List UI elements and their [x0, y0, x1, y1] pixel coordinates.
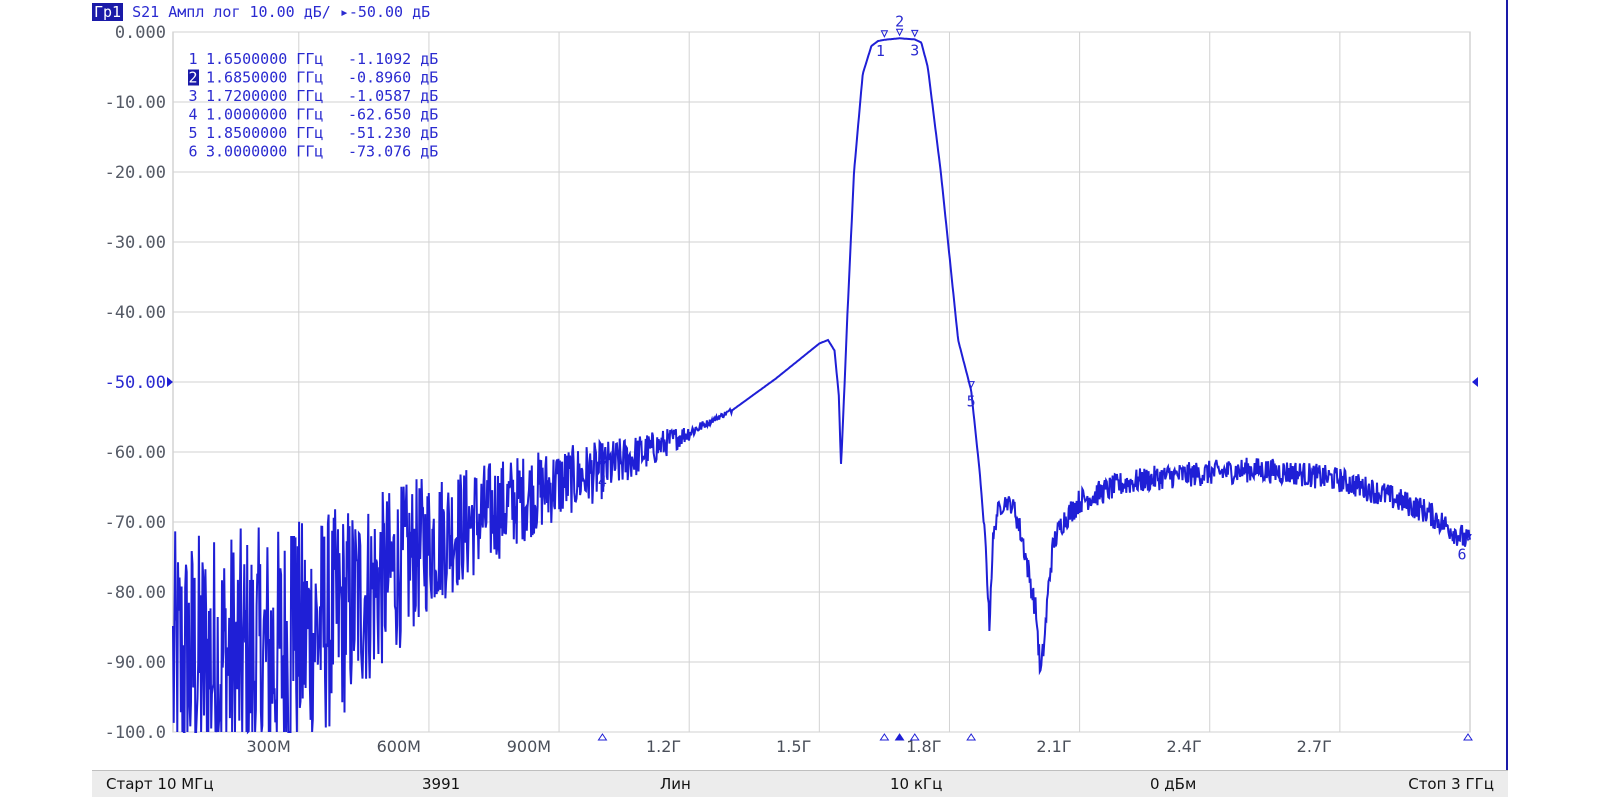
marker-3-label: 3: [910, 41, 919, 59]
marker-row-frequency: 3.0000000 ГГц: [206, 143, 323, 161]
start-frequency[interactable]: Старт 10 МГц: [106, 775, 214, 793]
marker-2-label: 2: [895, 12, 904, 30]
markers: 123 4 5 6: [597, 12, 1473, 741]
marker-row-value: -1.1092 дБ: [348, 50, 438, 68]
ref-level-right-arrow[interactable]: [1472, 377, 1478, 387]
y-tick-label: -10.00: [105, 93, 166, 113]
marker-1-label: 1: [876, 42, 885, 60]
ref-level-left-arrow[interactable]: [167, 377, 173, 387]
x-tick-label: 300M: [246, 737, 290, 756]
marker-6-label: 6: [1457, 546, 1466, 564]
y-tick-label: -70.00: [105, 513, 166, 533]
marker-1-position-triangle[interactable]: [879, 733, 890, 741]
y-tick-label: -100.0: [105, 723, 166, 743]
marker-row-number[interactable]: 6: [188, 143, 197, 161]
x-tick-label: 1.5Г: [776, 737, 811, 756]
marker-5-label: 5: [967, 393, 976, 411]
y-tick-label: -80.00: [105, 583, 166, 603]
marker-row-frequency: 1.8500000 ГГц: [206, 124, 323, 142]
marker-row-number[interactable]: 2: [188, 69, 197, 87]
trace-plot[interactable]: 0.000 -10.00 -20.00 -30.00 -40.00 -50.00 -60.0…: [0, 0, 1600, 800]
x-tick-label: 2.1Г: [1036, 737, 1071, 756]
marker-row-frequency: 1.6500000 ГГц: [206, 50, 323, 68]
point-count[interactable]: 3991: [422, 775, 460, 793]
if-bandwidth[interactable]: 10 кГц: [890, 775, 942, 793]
stop-frequency[interactable]: Стоп 3 ГГц: [1408, 775, 1494, 793]
y-tick-label: -90.00: [105, 653, 166, 673]
x-tick-label: 2.7Г: [1297, 737, 1332, 756]
marker-row-value: -51.230 дБ: [348, 124, 438, 142]
marker-row-value: -62.650 дБ: [348, 106, 438, 124]
marker-row-value: -73.076 дБ: [348, 143, 438, 161]
sweep-type[interactable]: Лин: [660, 775, 691, 793]
marker-4-position-triangle[interactable]: [597, 733, 608, 741]
x-tick-label: 900M: [507, 737, 551, 756]
y-tick-label: -50.00: [105, 373, 166, 393]
marker-4-label: 4: [598, 473, 607, 491]
y-tick-label: -30.00: [105, 233, 166, 253]
marker-5-position-triangle[interactable]: [966, 733, 977, 741]
y-tick-label: -60.00: [105, 443, 166, 463]
x-tick-label: 2.4Г: [1167, 737, 1202, 756]
x-tick-label: 600M: [377, 737, 421, 756]
marker-row-frequency: 1.6850000 ГГц: [206, 69, 323, 87]
marker-readout-table: 1 1.6500000 ГГц -1.1092 дБ 2 1.6850000 ГГц -0…: [188, 50, 438, 161]
marker-row-value: -1.0587 дБ: [348, 87, 438, 105]
marker-6-position-triangle[interactable]: [1463, 733, 1473, 741]
x-tick-label: 1.2Г: [646, 737, 681, 756]
y-tick-label: 0.000: [115, 23, 166, 43]
marker-row-number[interactable]: 4: [188, 106, 197, 124]
power-level[interactable]: 0 дБм: [1150, 775, 1196, 793]
y-tick-label: -20.00: [105, 163, 166, 183]
marker-3-flag[interactable]: [910, 29, 919, 38]
marker-row-number[interactable]: 5: [188, 124, 197, 142]
y-axis-ticks: 0.000 -10.00 -20.00 -30.00 -40.00 -50.00 -60.0…: [105, 23, 166, 743]
marker-2-position-triangle[interactable]: [894, 733, 905, 741]
marker-row-frequency: 1.7200000 ГГц: [206, 87, 323, 105]
y-tick-label: -40.00: [105, 303, 166, 323]
status-bar: Старт 10 МГц 3991 Лин 10 кГц 0 дБм Стоп …: [92, 770, 1508, 797]
x-axis-ticks: 300M 600M 900M 1.2Г 1.5Г 1.8Г 2.1Г 2.4Г 2.7Г: [246, 737, 1331, 756]
marker-row-frequency: 1.0000000 ГГц: [206, 106, 323, 124]
marker-row-number[interactable]: 3: [188, 87, 197, 105]
marker-row-value: -0.8960 дБ: [348, 69, 438, 87]
marker-row-number[interactable]: 1: [188, 50, 197, 68]
